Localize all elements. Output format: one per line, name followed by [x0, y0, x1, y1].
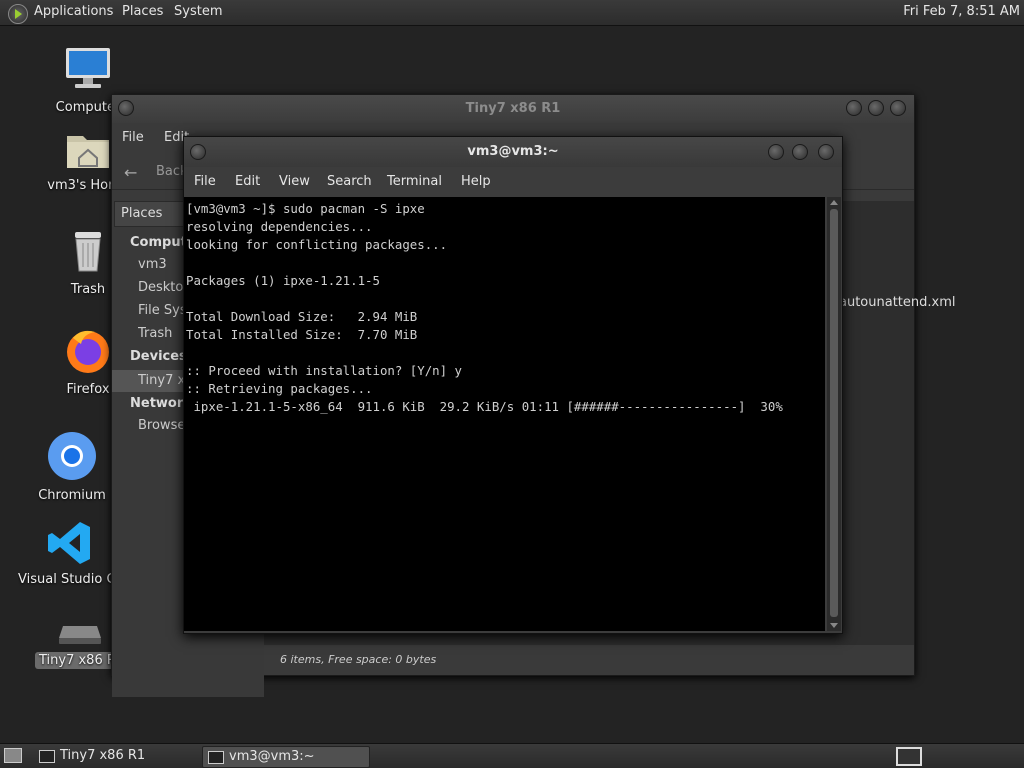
menu-file[interactable]: File	[194, 174, 216, 189]
sidebar-item-vm3[interactable]: vm3	[138, 257, 183, 272]
scrollbar-thumb[interactable]	[830, 209, 838, 617]
desktop-icon-label: Chromium	[38, 488, 106, 503]
minimize-button[interactable]	[846, 100, 862, 116]
close-button[interactable]	[890, 100, 906, 116]
status-bar: 6 items, Free space: 0 bytes	[264, 645, 914, 675]
bottom-panel: Tiny7 x86 R1 vm3@vm3:~	[0, 743, 1024, 768]
file-manager-titlebar[interactable]: Tiny7 x86 R1	[112, 95, 914, 123]
drive-icon	[59, 626, 101, 644]
workspace-switcher-icon[interactable]	[896, 747, 922, 766]
window-title: Tiny7 x86 R1	[465, 101, 561, 116]
taskbar-item-terminal[interactable]: vm3@vm3:~	[202, 746, 370, 768]
taskbar-item-label: vm3@vm3:~	[229, 749, 315, 764]
sidebar-item-desktop[interactable]: Desktop	[138, 280, 183, 295]
firefox-icon	[67, 330, 109, 373]
terminal-line: looking for conflicting packages...	[186, 237, 448, 252]
terminal-line: resolving dependencies...	[186, 219, 373, 234]
sidebar-item-tiny7[interactable]: Tiny7 x86 R1	[138, 373, 183, 388]
terminal-output: [vm3@vm3 ~]$ sudo pacman -S ipxe resolvi…	[184, 197, 825, 419]
window-menu-button[interactable]	[118, 100, 134, 116]
taskbar-item-label: Tiny7 x86 R1	[60, 748, 146, 763]
chromium-icon	[48, 432, 96, 480]
sidebar-item-browse-network[interactable]: Browse Network	[138, 418, 183, 433]
places-label: Places	[121, 206, 163, 221]
terminal-title: vm3@vm3:~	[467, 144, 559, 159]
distro-logo-icon[interactable]	[8, 4, 28, 24]
terminal-icon	[208, 751, 224, 764]
minimize-button[interactable]	[768, 144, 784, 160]
applications-menu[interactable]: Applications	[34, 4, 113, 19]
system-menu[interactable]: System	[174, 4, 222, 19]
terminal-line: ipxe-1.21.1-5-x86_64 911.6 KiB 29.2 KiB/…	[186, 399, 783, 414]
menu-file[interactable]: File	[122, 130, 144, 145]
terminal-line: :: Retrieving packages...	[186, 381, 373, 396]
status-text: 6 items, Free space: 0 bytes	[280, 653, 437, 666]
show-desktop-icon[interactable]	[4, 748, 22, 763]
scroll-up-arrow-icon[interactable]	[830, 200, 838, 205]
back-arrow-icon[interactable]: ←	[124, 163, 137, 182]
places-menu[interactable]: Places	[122, 4, 163, 19]
desktop-icon-chromium[interactable]: Chromium	[27, 430, 117, 503]
terminal-window[interactable]: vm3@vm3:~ File Edit View Search Terminal…	[183, 136, 843, 634]
taskbar-item-file-manager[interactable]: Tiny7 x86 R1	[34, 746, 220, 766]
places-dropdown[interactable]: Places	[114, 201, 192, 227]
maximize-button[interactable]	[868, 100, 884, 116]
maximize-button[interactable]	[792, 144, 808, 160]
sidebar-item-filesystem[interactable]: File System	[138, 303, 183, 318]
terminal-line: :: Proceed with installation? [Y/n] y	[186, 363, 463, 378]
file-item-label[interactable]: autounattend.xml	[839, 295, 956, 310]
menu-edit[interactable]: Edit	[235, 174, 260, 189]
menu-search[interactable]: Search	[327, 174, 372, 189]
menu-view[interactable]: View	[279, 174, 310, 189]
menu-help[interactable]: Help	[461, 174, 491, 189]
terminal-scrollbar[interactable]	[827, 197, 841, 631]
terminal-titlebar[interactable]: vm3@vm3:~	[184, 137, 842, 167]
scroll-down-arrow-icon[interactable]	[830, 623, 838, 628]
terminal-line: Packages (1) ipxe-1.21.1-5	[186, 273, 380, 288]
trash-icon	[75, 232, 101, 272]
sidebar-heading-devices: Devices	[130, 349, 187, 364]
terminal-screen[interactable]: [vm3@vm3 ~]$ sudo pacman -S ipxe resolvi…	[184, 197, 825, 631]
desktop-icon-vscode[interactable]: Visual Studio Code	[18, 520, 122, 587]
menu-terminal[interactable]: Terminal	[387, 174, 442, 189]
home-folder-icon	[67, 136, 109, 168]
terminal-line: Total Installed Size: 7.70 MiB	[186, 327, 418, 342]
close-button[interactable]	[818, 144, 834, 160]
window-menu-button[interactable]	[190, 144, 206, 160]
vscode-icon	[48, 522, 90, 564]
clock[interactable]: Fri Feb 7, 8:51 AM	[903, 4, 1020, 19]
desktop-icon-label: Visual Studio Code	[18, 572, 122, 587]
terminal-line: Total Download Size: 2.94 MiB	[186, 309, 418, 324]
sidebar-item-trash[interactable]: Trash	[138, 326, 183, 341]
window-icon	[39, 750, 55, 763]
terminal-line: [vm3@vm3 ~]$ sudo pacman -S ipxe	[186, 201, 425, 216]
computer-icon	[66, 48, 110, 88]
terminal-menubar: File Edit View Search Terminal Help	[184, 167, 842, 197]
top-panel: Applications Places System Fri Feb 7, 8:…	[0, 0, 1024, 26]
